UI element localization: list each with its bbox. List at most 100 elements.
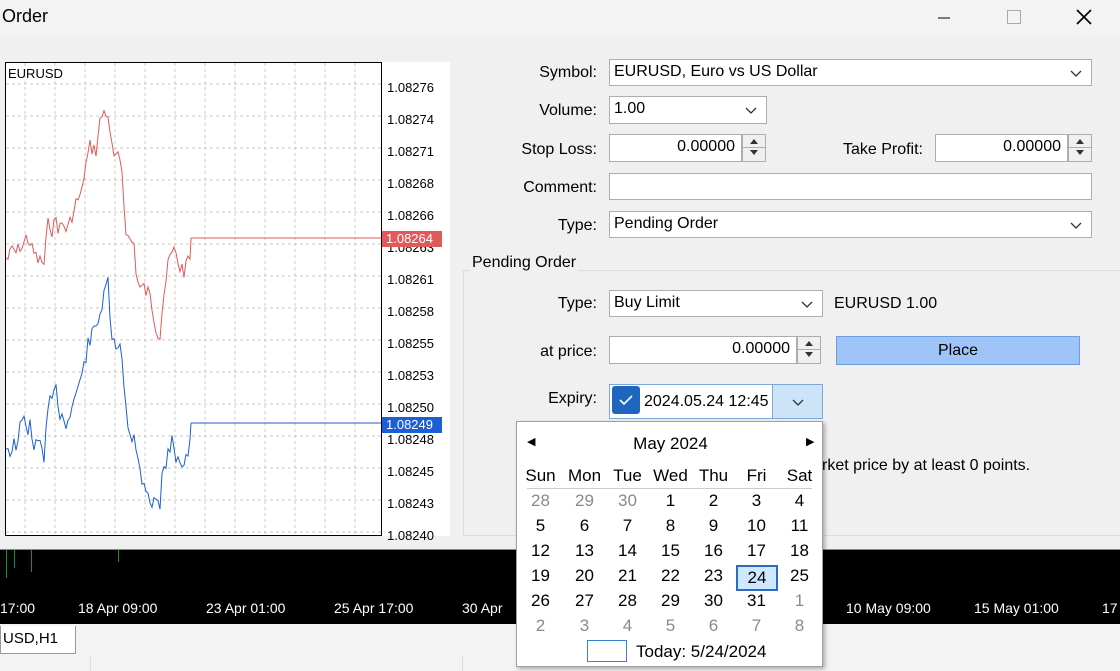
chart-tab[interactable]: USD,H1 xyxy=(0,626,76,654)
price-axis-label: 1.08253 xyxy=(387,368,434,383)
calendar-day[interactable]: 1 xyxy=(649,491,692,511)
time-label: 23 Apr 01:00 xyxy=(206,600,286,616)
calendar-day[interactable]: 23 xyxy=(692,566,735,586)
arrow-down-icon[interactable] xyxy=(743,147,765,159)
tick-chart xyxy=(5,62,382,536)
type-select[interactable]: Pending Order xyxy=(609,211,1092,238)
weekday-header: Sun xyxy=(525,466,556,485)
order-summary: EURUSD 1.00 xyxy=(834,295,938,312)
calendar-day[interactable]: 2 xyxy=(519,616,562,636)
calendar-day[interactable]: 27 xyxy=(563,591,606,611)
minimize-button[interactable] xyxy=(921,0,967,34)
volume-label: Volume: xyxy=(539,102,597,119)
calendar-day-selected[interactable]: 24 xyxy=(736,565,778,591)
background-volume-bar xyxy=(14,548,15,568)
today-button[interactable]: Today: 5/24/2024 xyxy=(636,642,766,662)
info-note: rket price by at least 0 points. xyxy=(822,457,1031,474)
calendar-day[interactable]: 4 xyxy=(606,616,649,636)
calendar-day[interactable]: 3 xyxy=(563,616,606,636)
comment-label: Comment: xyxy=(523,179,597,196)
calendar-day[interactable]: 20 xyxy=(563,566,606,586)
close-icon xyxy=(1076,9,1092,25)
maximize-button[interactable] xyxy=(991,0,1037,34)
stoploss-stepper[interactable] xyxy=(742,134,766,162)
calendar-day[interactable]: 15 xyxy=(649,541,692,561)
time-label: 10 May 09:00 xyxy=(846,600,931,616)
arrow-down-icon[interactable] xyxy=(1069,147,1091,159)
next-month-button[interactable]: ▶ xyxy=(806,435,814,448)
order-type-select[interactable]: Buy Limit xyxy=(609,290,823,317)
price-stepper[interactable] xyxy=(797,336,821,364)
chevron-down-icon xyxy=(1070,70,1082,77)
calendar-day[interactable]: 26 xyxy=(519,591,562,611)
calendar-day[interactable]: 30 xyxy=(692,591,735,611)
price-axis-label: 1.08274 xyxy=(387,112,434,127)
place-button[interactable]: Place xyxy=(836,336,1080,365)
price-input[interactable]: 0.00000 xyxy=(609,336,797,364)
symbol-select[interactable]: EURUSD, Euro vs US Dollar xyxy=(609,59,1092,86)
close-button[interactable] xyxy=(1061,0,1107,34)
bid-price-tag: 1.08249 xyxy=(382,417,442,433)
calendar-day[interactable]: 5 xyxy=(649,616,692,636)
calendar-day[interactable]: 21 xyxy=(606,566,649,586)
calendar-day[interactable]: 14 xyxy=(606,541,649,561)
calendar-day[interactable]: 16 xyxy=(692,541,735,561)
calendar-day[interactable]: 19 xyxy=(519,566,562,586)
price-axis-label: 1.08243 xyxy=(387,496,434,511)
calendar-day[interactable]: 8 xyxy=(778,616,821,636)
calendar-month[interactable]: May 2024 xyxy=(517,434,824,454)
calendar-day[interactable]: 28 xyxy=(606,591,649,611)
today-marker xyxy=(587,640,627,662)
calendar-day[interactable]: 18 xyxy=(778,541,821,561)
tick-chart-canvas xyxy=(5,63,381,535)
comment-input[interactable] xyxy=(609,173,1092,200)
calendar-day[interactable]: 25 xyxy=(778,566,821,586)
calendar-day[interactable]: 22 xyxy=(649,566,692,586)
weekday-header: Wed xyxy=(653,466,688,485)
title-bar: Order xyxy=(0,0,1120,38)
arrow-down-icon[interactable] xyxy=(798,349,820,361)
calendar-day[interactable]: 6 xyxy=(692,616,735,636)
calendar-day[interactable]: 29 xyxy=(563,491,606,511)
volume-select[interactable]: 1.00 xyxy=(609,96,767,124)
calendar-day[interactable]: 31 xyxy=(735,591,778,611)
takeprofit-value: 0.00000 xyxy=(1003,138,1061,155)
calendar-day[interactable]: 7 xyxy=(606,516,649,536)
expiry-checkbox[interactable] xyxy=(612,386,640,414)
weekday-header: Sat xyxy=(786,466,813,485)
expiry-label: Expiry: xyxy=(548,390,597,407)
calendar-day[interactable]: 1 xyxy=(778,591,821,611)
calendar-day[interactable]: 30 xyxy=(606,491,649,511)
calendar-day[interactable]: 29 xyxy=(649,591,692,611)
calendar-day[interactable]: 13 xyxy=(563,541,606,561)
calendar-day[interactable]: 3 xyxy=(735,491,778,511)
calendar-popup: ◀ May 2024 ▶ Sun Mon Tue Wed Thu Fri Sat 28 29 3… xyxy=(516,421,823,667)
type-value: Pending Order xyxy=(614,215,719,232)
takeprofit-input[interactable]: 0.00000 xyxy=(935,134,1068,162)
calendar-day[interactable]: 7 xyxy=(735,616,778,636)
ask-price-tag: 1.08264 xyxy=(382,231,442,247)
weekday-header: Fri xyxy=(746,466,767,485)
calendar-day[interactable]: 5 xyxy=(519,516,562,536)
price-axis-label: 1.08276 xyxy=(387,80,434,95)
calendar-day[interactable]: 9 xyxy=(692,516,735,536)
takeprofit-stepper[interactable] xyxy=(1068,134,1092,162)
price-axis-label: 1.08248 xyxy=(387,432,434,447)
calendar-day[interactable]: 11 xyxy=(778,516,821,536)
calendar-day[interactable]: 6 xyxy=(563,516,606,536)
weekday-header: Tue xyxy=(613,466,642,485)
calendar-day[interactable]: 28 xyxy=(519,491,562,511)
minimize-icon xyxy=(938,17,950,19)
calendar-day[interactable]: 17 xyxy=(735,541,778,561)
stoploss-input[interactable]: 0.00000 xyxy=(609,134,742,162)
calendar-day[interactable]: 10 xyxy=(735,516,778,536)
calendar-day[interactable]: 12 xyxy=(519,541,562,561)
calendar-day[interactable]: 2 xyxy=(692,491,735,511)
chart-symbol-label: EURUSD xyxy=(8,66,63,81)
chevron-down-icon xyxy=(745,107,757,114)
calendar-day[interactable]: 4 xyxy=(778,491,821,511)
calendar-dropdown-button[interactable] xyxy=(772,384,823,419)
symbol-value: EURUSD, Euro vs US Dollar xyxy=(614,63,818,80)
calendar-day[interactable]: 8 xyxy=(649,516,692,536)
bid-price-line xyxy=(5,277,192,510)
